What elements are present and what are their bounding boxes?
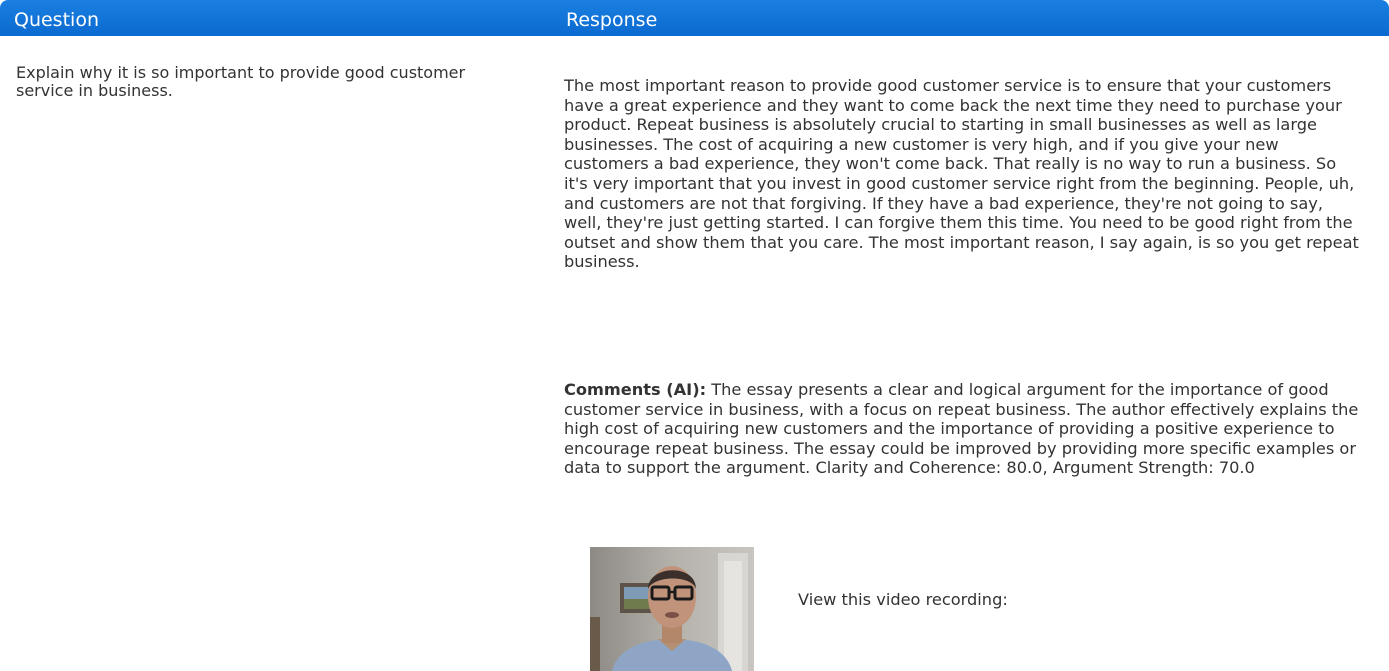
table-header: Question Response <box>0 0 1389 36</box>
ai-comments: Comments (AI): The essay presents a clea… <box>564 380 1364 478</box>
question-column-header: Question <box>14 9 99 31</box>
comments-label: Comments (AI): <box>564 380 707 399</box>
question-text: Explain why it is so important to provid… <box>16 63 466 100</box>
video-thumbnail-image <box>590 547 754 671</box>
video-recording-label: View this video recording: <box>798 590 1008 609</box>
video-thumbnail[interactable] <box>590 547 754 671</box>
response-text: The most important reason to provide goo… <box>564 76 1359 272</box>
response-column-header: Response <box>566 9 658 31</box>
